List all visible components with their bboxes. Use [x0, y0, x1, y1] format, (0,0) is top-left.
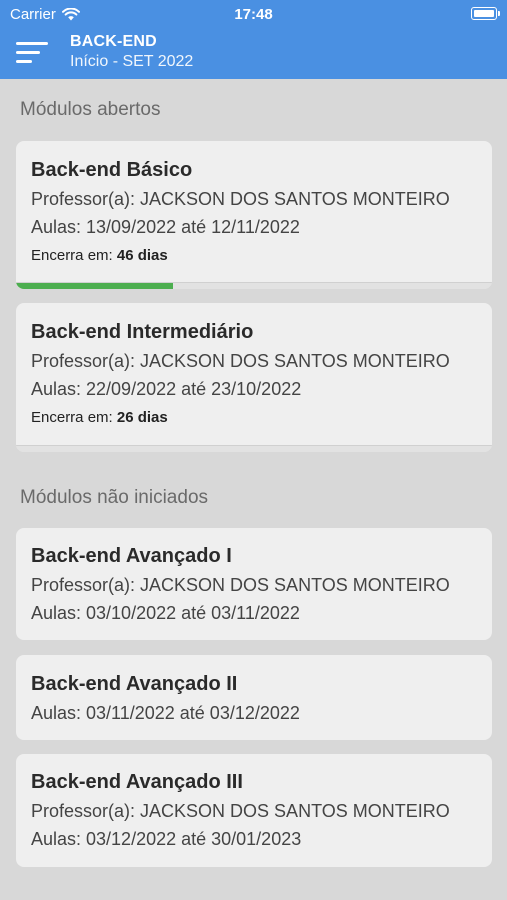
menu-icon[interactable] [14, 38, 50, 68]
ends-label: Encerra em: [31, 247, 113, 264]
module-dates: Aulas: 03/12/2022 até 30/01/2023 [31, 829, 302, 849]
module-name: Back-end Avançado III [31, 771, 243, 793]
page-subtitle: Início - SET 2022 [70, 53, 194, 70]
status-bar: Carrier 17:48 [0, 0, 507, 28]
module-ends-in: Encerra em: 26 dias [31, 409, 168, 426]
battery-icon [471, 7, 500, 20]
module-progress-bar [16, 282, 492, 289]
module-card-open[interactable]: Back-end Básico Professor(a): JACKSON DO… [16, 141, 492, 289]
status-time: 17:48 [234, 6, 273, 23]
section-pending-modules: Módulos não iniciados [20, 487, 209, 508]
module-dates: Aulas: 03/10/2022 até 03/11/2022 [31, 603, 300, 623]
module-teacher: Professor(a): JACKSON DOS SANTOS MONTEIR… [31, 801, 450, 821]
module-card-pending[interactable]: Back-end Avançado III Professor(a): JACK… [16, 754, 492, 867]
app-bar: Carrier 17:48 BACK-END Início - SET 2022 [0, 0, 507, 79]
module-dates: Aulas: 22/09/2022 até 23/10/2022 [31, 379, 302, 399]
module-name: Back-end Avançado I [31, 545, 232, 567]
module-teacher: Professor(a): JACKSON DOS SANTOS MONTEIR… [31, 351, 450, 371]
module-card-pending[interactable]: Back-end Avançado II Aulas: 03/11/2022 a… [16, 655, 492, 740]
module-progress-bar [16, 445, 492, 452]
ends-value: 26 dias [116, 409, 168, 426]
module-name: Back-end Intermediário [31, 321, 254, 343]
module-teacher: Professor(a): JACKSON DOS SANTOS MONTEIR… [31, 189, 450, 209]
module-name: Back-end Avançado II [31, 673, 238, 695]
module-progress-fill [16, 283, 174, 289]
page-title: BACK-END [70, 33, 157, 50]
ends-value: 46 dias [116, 247, 168, 264]
module-name: Back-end Básico [31, 159, 193, 181]
section-open-modules: Módulos abertos [20, 99, 161, 120]
ends-label: Encerra em: [31, 409, 113, 426]
module-dates: Aulas: 03/11/2022 até 03/12/2022 [31, 703, 300, 723]
module-card-pending[interactable]: Back-end Avançado I Professor(a): JACKSO… [16, 528, 492, 640]
module-ends-in: Encerra em: 46 dias [31, 247, 168, 264]
module-teacher: Professor(a): JACKSON DOS SANTOS MONTEIR… [31, 575, 450, 595]
module-card-open[interactable]: Back-end Intermediário Professor(a): JAC… [16, 303, 492, 452]
module-dates: Aulas: 13/09/2022 até 12/11/2022 [31, 217, 300, 237]
